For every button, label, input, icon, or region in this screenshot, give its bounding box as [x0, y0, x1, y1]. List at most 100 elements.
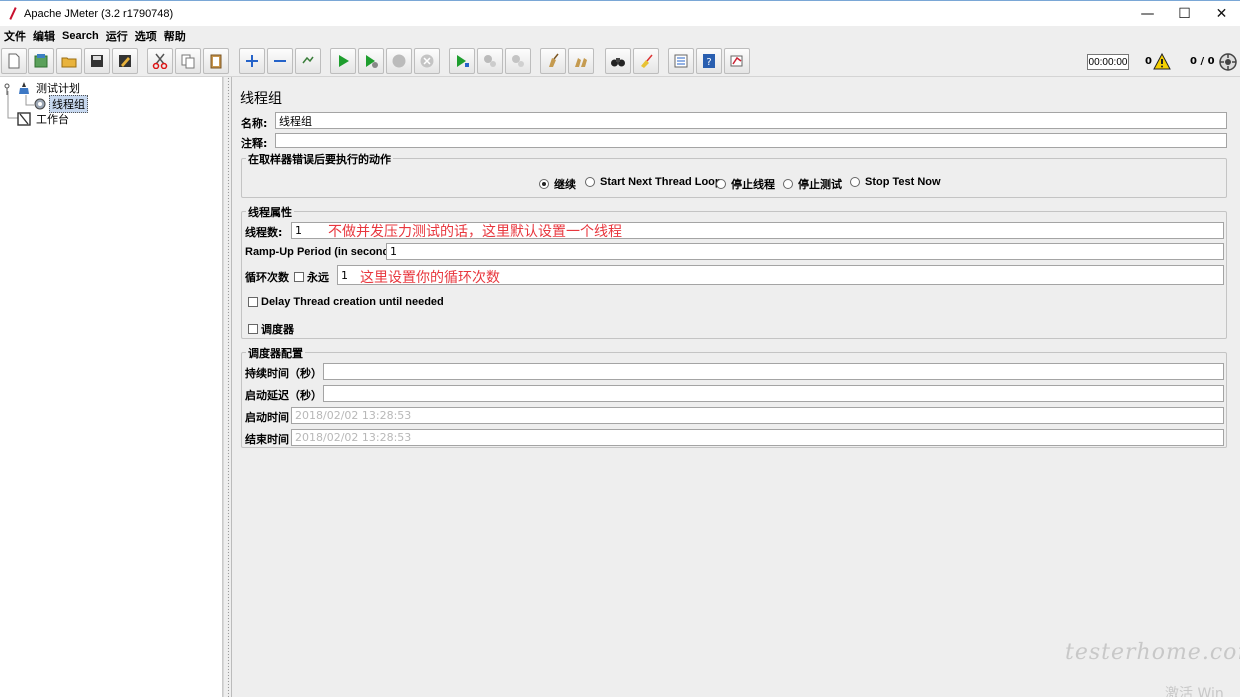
- radio-stop-test-now-indicator: [850, 177, 860, 187]
- end-time-label: 结束时间: [245, 433, 289, 446]
- paste-icon: [210, 54, 222, 69]
- reset-search-button[interactable]: [633, 48, 659, 74]
- function-helper-button[interactable]: [668, 48, 694, 74]
- remote-shutdown-button[interactable]: [505, 48, 531, 74]
- warning-count: 0: [1145, 56, 1152, 67]
- collapse-icon: [274, 60, 286, 62]
- start-time-label: 启动时间: [245, 411, 289, 424]
- warning-icon[interactable]: [1153, 53, 1171, 70]
- start-time-field[interactable]: 2018/02/02 13:28:53: [291, 407, 1224, 424]
- open-button[interactable]: [56, 48, 82, 74]
- minimize-button[interactable]: —: [1129, 1, 1166, 27]
- save-icon: [91, 55, 103, 67]
- cut-button[interactable]: [147, 48, 173, 74]
- remote-status-icon[interactable]: [1218, 52, 1238, 72]
- duration-label: 持续时间（秒）: [245, 367, 322, 380]
- broom-icon: [641, 54, 653, 68]
- radio-stop-thread-indicator: [716, 179, 726, 189]
- expand-button[interactable]: [239, 48, 265, 74]
- log-viewer-button[interactable]: [724, 48, 750, 74]
- expand-icon: [246, 55, 258, 67]
- comment-label: 注释:: [241, 137, 268, 150]
- help-icon: ?: [703, 54, 715, 68]
- close-button[interactable]: ✕: [1203, 1, 1240, 27]
- radio-stop-test-now[interactable]: Stop Test Now: [850, 176, 941, 188]
- toolbar: ?: [0, 45, 1240, 77]
- rampup-field[interactable]: 1: [386, 243, 1224, 260]
- start-no-pause-button[interactable]: [358, 48, 384, 74]
- search-button[interactable]: [605, 48, 631, 74]
- split-pane-divider[interactable]: [223, 77, 232, 697]
- start-icon: [339, 55, 349, 67]
- new-button[interactable]: [1, 48, 27, 74]
- paste-button[interactable]: [203, 48, 229, 74]
- binoculars-icon: [611, 58, 625, 67]
- delay-thread-creation-checkbox[interactable]: Delay Thread creation until needed: [248, 296, 444, 308]
- help-button[interactable]: ?: [696, 48, 722, 74]
- comment-field[interactable]: [275, 133, 1227, 148]
- tree-node-test-plan[interactable]: 测试计划: [17, 80, 82, 96]
- sampler-error-action-group: 在取样器错误后要执行的动作 继续 Start Next Thread Loop …: [241, 151, 1227, 198]
- jmeter-feather-icon: [6, 7, 20, 21]
- toggle-button[interactable]: [295, 48, 321, 74]
- menu-search[interactable]: Search: [61, 30, 105, 42]
- startup-delay-field[interactable]: [323, 385, 1224, 402]
- radio-continue-label: 继续: [554, 179, 576, 191]
- menu-edit[interactable]: 编辑: [32, 28, 61, 44]
- radio-stop-test[interactable]: 停止测试: [783, 176, 842, 192]
- window-title: Apache JMeter (3.2 r1790748): [24, 7, 174, 20]
- templates-button[interactable]: [28, 48, 54, 74]
- maximize-button[interactable]: ☐: [1166, 1, 1203, 27]
- remote-start-icon: [457, 55, 469, 67]
- start-no-pause-icon: [366, 55, 378, 68]
- save-button[interactable]: [84, 48, 110, 74]
- testerhome-watermark: testerhome.com: [1065, 640, 1240, 665]
- radio-start-next-indicator: [585, 177, 595, 187]
- delay-thread-creation-box: [248, 297, 258, 307]
- menu-bar: 文件 编辑 Search 运行 选项 帮助: [0, 26, 1240, 45]
- rampup-label: Ramp-Up Period (in seconds):: [245, 246, 403, 258]
- test-plan-tree: 测试计划 线程组 工作台: [0, 77, 223, 697]
- title-bar: Apache JMeter (3.2 r1790748) — ☐ ✕: [0, 0, 1240, 26]
- scheduler-config-title: 调度器配置: [246, 345, 305, 361]
- tree-label-test-plan: 测试计划: [36, 82, 80, 95]
- tree-node-workbench[interactable]: 工作台: [17, 111, 71, 127]
- remote-stop-icon: [484, 55, 496, 67]
- radio-stop-thread-label: 停止线程: [731, 179, 775, 191]
- radio-stop-test-label: 停止测试: [798, 179, 842, 191]
- radio-stop-thread[interactable]: 停止线程: [716, 176, 775, 192]
- forever-checkbox[interactable]: 永远: [294, 269, 329, 285]
- toggle-icon: [302, 56, 314, 64]
- window-controls: — ☐ ✕: [1129, 1, 1240, 27]
- name-field[interactable]: 线程组: [275, 112, 1227, 129]
- menu-file[interactable]: 文件: [3, 28, 32, 44]
- delay-thread-creation-label: Delay Thread creation until needed: [261, 296, 444, 308]
- duration-field[interactable]: [323, 363, 1224, 380]
- copy-button[interactable]: [175, 48, 201, 74]
- menu-help[interactable]: 帮助: [163, 28, 192, 44]
- threads-ratio: 0 / 0: [1190, 56, 1215, 67]
- page-title: 线程组: [240, 91, 282, 107]
- scheduler-checkbox[interactable]: 调度器: [248, 321, 294, 337]
- shutdown-icon: [420, 54, 434, 68]
- stop-button[interactable]: [386, 48, 412, 74]
- radio-continue[interactable]: 继续: [539, 176, 576, 192]
- sampler-error-action-title: 在取样器错误后要执行的动作: [246, 151, 393, 167]
- radio-start-next-thread-loop[interactable]: Start Next Thread Loop: [585, 176, 722, 188]
- clear-all-icon: [575, 58, 587, 67]
- save-as-button[interactable]: [112, 48, 138, 74]
- menu-run[interactable]: 运行: [105, 28, 134, 44]
- threads-annotation: 不做并发压力测试的话，这里默认设置一个线程: [328, 224, 622, 240]
- clear-button[interactable]: [540, 48, 566, 74]
- remote-start-button[interactable]: [449, 48, 475, 74]
- stop-icon: [392, 54, 406, 68]
- startup-delay-label: 启动延迟（秒）: [245, 389, 322, 402]
- shutdown-button[interactable]: [414, 48, 440, 74]
- remote-stop-button[interactable]: [477, 48, 503, 74]
- end-time-field[interactable]: 2018/02/02 13:28:53: [291, 429, 1224, 446]
- start-button[interactable]: [330, 48, 356, 74]
- loop-count-label: 循环次数: [245, 271, 289, 284]
- collapse-button[interactable]: [267, 48, 293, 74]
- clear-all-button[interactable]: [568, 48, 594, 74]
- menu-options[interactable]: 选项: [134, 28, 163, 44]
